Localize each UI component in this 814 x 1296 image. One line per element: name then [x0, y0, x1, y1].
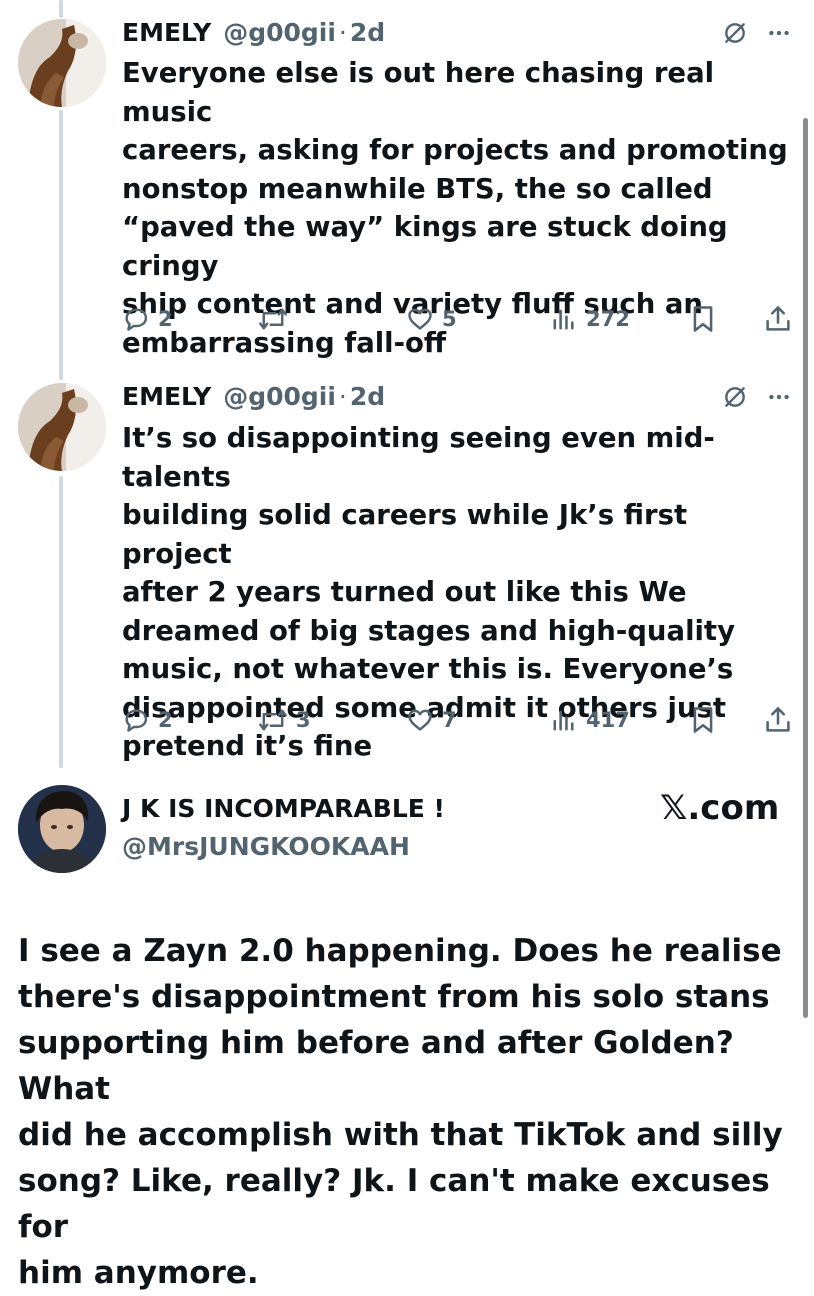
views-button[interactable]: 272 — [550, 303, 630, 335]
author-name[interactable]: J K IS INCOMPARABLE ! — [122, 794, 445, 823]
hide-reply-icon[interactable] — [722, 20, 748, 46]
repost-icon — [259, 709, 287, 731]
reply-icon — [125, 308, 148, 331]
tweet-actions: 2 3 7 417 — [122, 704, 792, 736]
avatar[interactable] — [18, 19, 106, 107]
bookmark-button[interactable] — [690, 303, 716, 335]
separator-dot: · — [338, 381, 347, 411]
avatar[interactable] — [18, 785, 106, 873]
like-button[interactable]: 5 — [406, 303, 457, 335]
like-button[interactable]: 7 — [406, 704, 457, 736]
views-icon — [553, 309, 574, 330]
views-icon — [553, 710, 574, 731]
reply-icon — [125, 709, 148, 732]
tweet-header-icons — [722, 20, 792, 46]
reply-button[interactable]: 2 — [122, 704, 173, 736]
share-button[interactable] — [764, 704, 792, 736]
timestamp[interactable]: 2d — [350, 382, 385, 411]
like-icon — [408, 709, 432, 731]
author-name[interactable]: EMELY — [122, 382, 211, 411]
share-icon — [766, 707, 790, 732]
author-handle[interactable]: @g00gii — [223, 18, 336, 47]
share-button[interactable] — [764, 303, 792, 335]
avatar-image — [18, 19, 106, 107]
tweet-actions: 2 5 272 — [122, 303, 792, 335]
repost-button[interactable] — [258, 303, 296, 335]
hide-reply-icon[interactable] — [722, 384, 748, 410]
author-handle[interactable]: @MrsJUNGKOOKAAH — [122, 832, 410, 861]
author-handle[interactable]: @g00gii — [223, 382, 336, 411]
repost-icon — [259, 308, 287, 330]
repost-button[interactable]: 3 — [258, 704, 311, 736]
views-button[interactable]: 417 — [550, 704, 630, 736]
like-count: 7 — [442, 708, 457, 732]
reply-button[interactable]: 2 — [122, 303, 173, 335]
thread-line-top — [59, 0, 63, 18]
like-count: 5 — [442, 307, 457, 331]
scrollbar[interactable] — [803, 118, 808, 1018]
avatar[interactable] — [18, 383, 106, 471]
share-icon — [766, 306, 790, 331]
views-count: 272 — [586, 307, 630, 331]
like-icon — [408, 308, 432, 330]
repost-count: 3 — [296, 708, 311, 732]
reply-count: 2 — [158, 307, 173, 331]
bookmark-icon — [693, 306, 713, 332]
tweet-header-icons — [722, 384, 792, 410]
tweet-header: EMELY @g00gii · 2d — [122, 14, 385, 50]
more-options-icon[interactable] — [766, 384, 792, 410]
avatar-image — [18, 383, 106, 471]
author-name[interactable]: EMELY — [122, 18, 211, 47]
avatar-image — [18, 785, 106, 873]
bookmark-button[interactable] — [690, 704, 716, 736]
post-text: I see a Zayn 2.0 happening. Does he real… — [18, 933, 783, 1291]
separator-dot: · — [338, 17, 347, 47]
views-count: 417 — [586, 708, 630, 732]
timestamp[interactable]: 2d — [350, 18, 385, 47]
thread-line-middle — [59, 110, 63, 380]
x-logo-watermark: 𝕏.com — [660, 788, 780, 828]
bookmark-icon — [693, 707, 713, 733]
reply-count: 2 — [158, 708, 173, 732]
tweet-header: EMELY @g00gii · 2d — [122, 378, 385, 414]
more-options-icon[interactable] — [766, 20, 792, 46]
thread-line-bottom — [59, 476, 63, 768]
